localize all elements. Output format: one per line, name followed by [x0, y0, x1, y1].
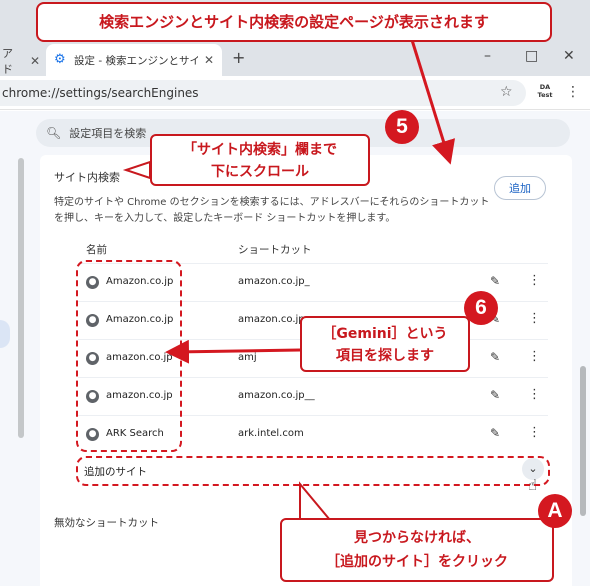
annotation-step6-line1: ［Gemini］という	[322, 326, 448, 342]
step-badge-a: A	[538, 494, 572, 528]
annotation-step6: ［Gemini］という 項目を探します	[300, 316, 470, 372]
annotation-step6-line2: 項目を探します	[336, 348, 434, 364]
annotation-arrows	[122, 39, 456, 521]
annotation-step5-line2: 下にスクロール	[211, 164, 309, 180]
calloutA-pointer	[299, 481, 333, 521]
step-badge-5: 5	[385, 110, 419, 144]
annotation-step5: 「サイト内検索」欄まで 下にスクロール	[150, 134, 370, 186]
annotation-step5-line1: 「サイト内検索」欄まで	[183, 142, 337, 158]
annotation-stepA-line1: 見つからなければ、	[354, 530, 480, 546]
step-badge-6: 6	[464, 291, 498, 325]
annotation-top: 検索エンジンとサイト内検索の設定ページが表示されます	[36, 2, 552, 42]
annotation-stepA: 見つからなければ、 ［追加のサイト］をクリック	[280, 518, 554, 582]
arrow-top	[410, 39, 456, 165]
arrow-step6	[165, 339, 301, 364]
annotation-stepA-line2: ［追加のサイト］をクリック	[326, 554, 508, 570]
callout5-pointer	[122, 160, 151, 180]
